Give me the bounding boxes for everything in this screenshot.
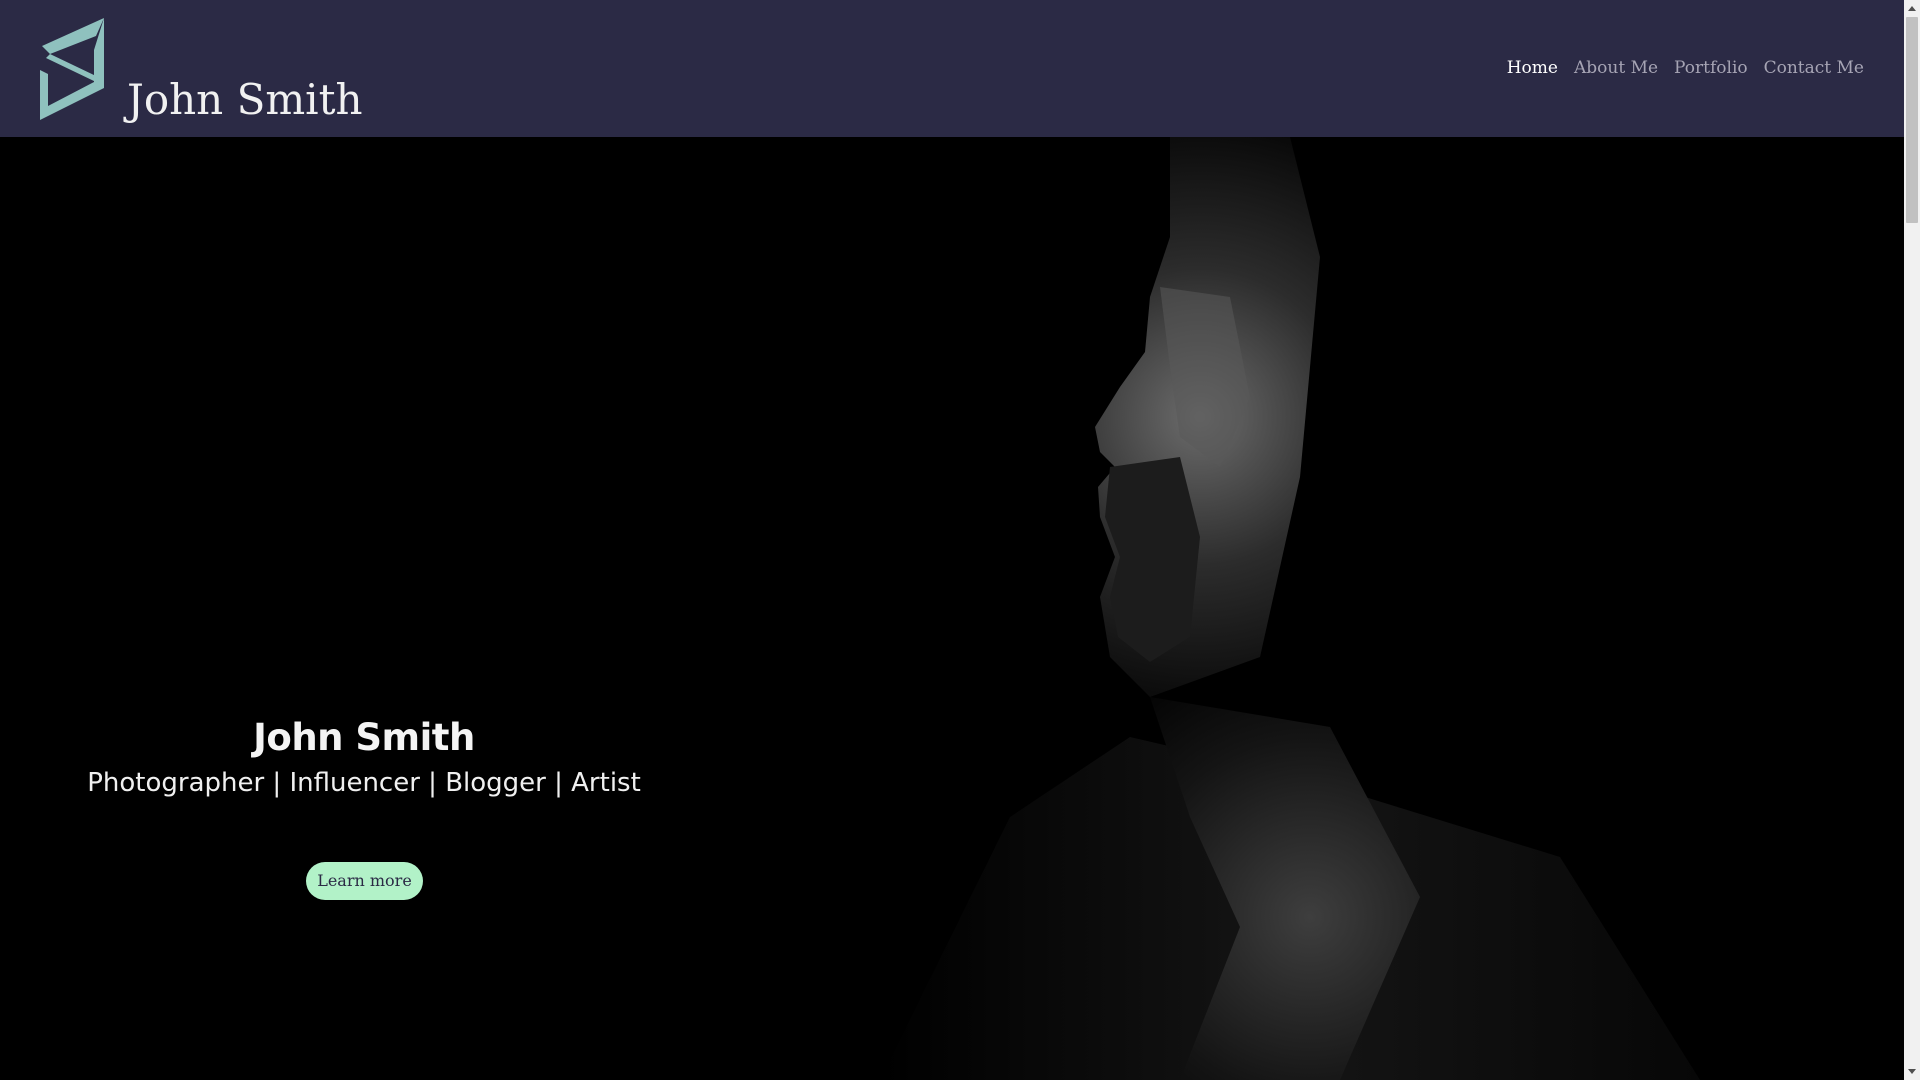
nav-home[interactable]: Home: [1507, 56, 1558, 80]
brand-name[interactable]: John Smith: [127, 72, 363, 128]
nav-portfolio[interactable]: Portfolio: [1674, 56, 1748, 80]
learn-more-button[interactable]: Learn more: [306, 862, 423, 900]
logo-icon[interactable]: [36, 16, 110, 124]
nav-contact-me[interactable]: Contact Me: [1764, 56, 1864, 80]
scroll-down-arrow-icon[interactable]: [1908, 1069, 1916, 1074]
page: John Smith Home About Me Portfolio Conta…: [0, 0, 1920, 1080]
hero-subtitle: Photographer | Influencer | Blogger | Ar…: [87, 768, 641, 798]
main-nav: Home About Me Portfolio Contact Me: [1507, 56, 1864, 80]
site-header: John Smith Home About Me Portfolio Conta…: [0, 0, 1904, 137]
nav-about-me[interactable]: About Me: [1574, 56, 1658, 80]
scroll-up-arrow-icon[interactable]: [1908, 6, 1916, 11]
hero-section: John Smith Photographer | Influencer | B…: [0, 137, 1904, 1080]
scrollbar-thumb[interactable]: [1906, 17, 1918, 223]
page-scrollbar[interactable]: [1904, 0, 1920, 1080]
hero-title: John Smith: [253, 716, 475, 759]
portrait-image: [880, 137, 1700, 1080]
